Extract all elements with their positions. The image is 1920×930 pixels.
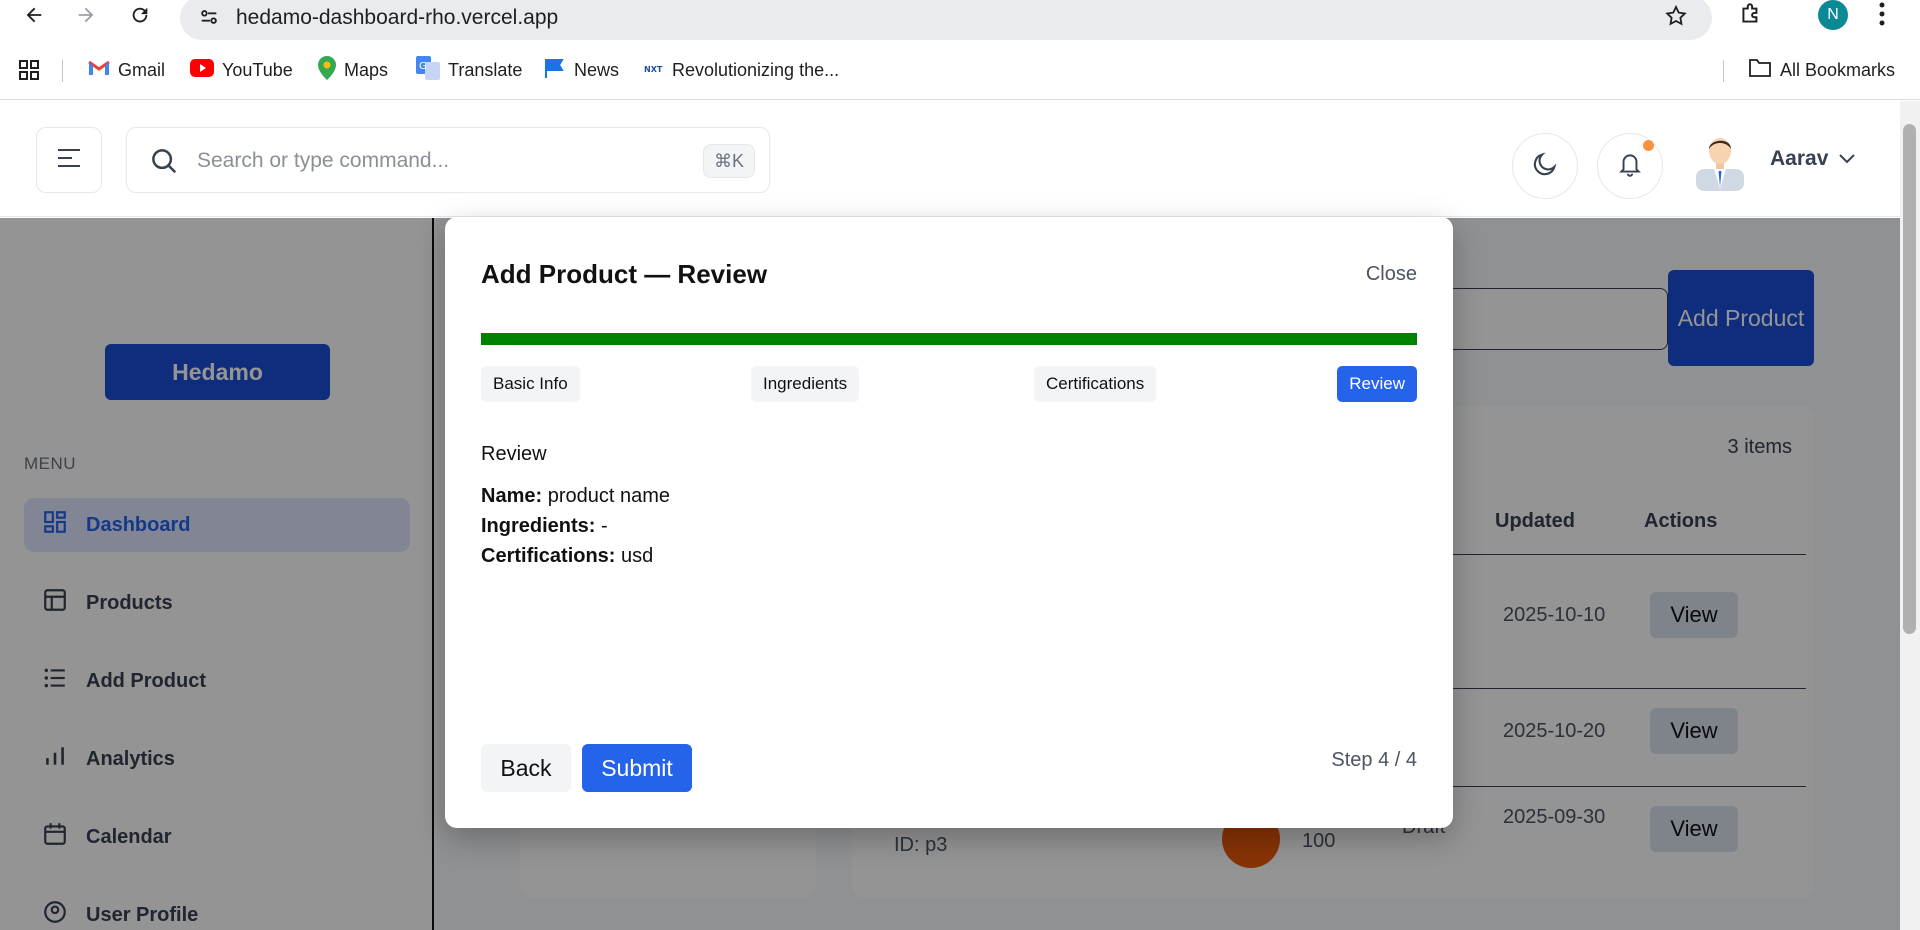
site-favicon-icon: NXT	[644, 60, 664, 81]
avatar[interactable]	[1690, 129, 1750, 191]
search-icon	[149, 146, 179, 181]
youtube-icon	[190, 58, 214, 82]
browser-profile-avatar[interactable]: N	[1818, 0, 1848, 30]
back-button[interactable]: Back	[481, 744, 571, 792]
news-flag-icon	[544, 57, 566, 84]
modal-title: Add Product — Review	[481, 259, 768, 289]
bell-icon	[1617, 150, 1643, 183]
url-text: hedamo-dashboard-rho.vercel.app	[236, 6, 559, 29]
field-key: Name:	[481, 485, 543, 507]
review-field-name: Name: product name	[481, 485, 670, 508]
bookmarks-divider	[62, 60, 63, 82]
field-value: -	[601, 515, 608, 537]
user-name[interactable]: Aarav	[1770, 147, 1828, 171]
field-value: usd	[621, 545, 654, 567]
shortcut-badge: ⌘K	[702, 144, 755, 178]
svg-text:G: G	[419, 61, 427, 72]
scrollbar-thumb[interactable]	[1903, 124, 1916, 634]
step-certifications[interactable]: Certifications	[1034, 366, 1157, 402]
address-bar[interactable]: hedamo-dashboard-rho.vercel.app	[180, 0, 1712, 40]
field-key: Certifications:	[481, 545, 616, 567]
review-section-title: Review	[481, 443, 547, 465]
bookmark-revolutionizing[interactable]: NXT Revolutionizing the...	[644, 52, 839, 88]
bookmark-news[interactable]: News	[544, 52, 619, 88]
close-button[interactable]: Close	[1366, 263, 1417, 286]
translate-icon: G	[416, 55, 440, 85]
step-ingredients[interactable]: Ingredients	[751, 366, 860, 402]
bookmark-translate[interactable]: G Translate	[416, 52, 522, 88]
notification-dot	[1643, 140, 1654, 151]
extensions-icon[interactable]	[1738, 0, 1764, 33]
command-search[interactable]: ⌘K	[126, 127, 770, 193]
field-value: product name	[547, 485, 670, 507]
bookmarks-bar: Gmail YouTube Maps G Translate News NXT …	[0, 52, 1920, 88]
browser-chrome: hedamo-dashboard-rho.vercel.app N Gmail …	[0, 0, 1920, 100]
search-input[interactable]	[197, 142, 657, 180]
chevron-down-icon[interactable]	[1838, 151, 1856, 170]
step-indicator: Step 4 / 4	[1331, 749, 1417, 771]
svg-text:NXT: NXT	[644, 65, 663, 74]
notifications-button[interactable]	[1597, 133, 1663, 199]
bookmark-youtube[interactable]: YouTube	[190, 52, 293, 88]
folder-icon	[1748, 58, 1772, 83]
field-key: Ingredients:	[481, 515, 596, 537]
submit-button[interactable]: Submit	[582, 744, 692, 792]
bookmarks-divider	[1723, 60, 1724, 82]
review-field-ingredients: Ingredients: -	[481, 515, 608, 538]
apps-grid-icon[interactable]	[18, 52, 40, 88]
step-review[interactable]: Review	[1337, 366, 1417, 402]
moon-icon	[1531, 150, 1559, 183]
progress-fill	[481, 333, 1417, 345]
maps-pin-icon	[318, 55, 336, 85]
sidebar-toggle-button[interactable]	[36, 127, 102, 193]
bookmark-gmail[interactable]: Gmail	[88, 52, 165, 88]
review-field-certifications: Certifications: usd	[481, 545, 653, 568]
add-product-modal: Add Product — Review Close Basic Info In…	[445, 217, 1453, 828]
all-bookmarks-folder[interactable]: All Bookmarks	[1748, 52, 1895, 88]
bookmark-star-icon[interactable]	[1664, 4, 1688, 33]
forward-arrow-icon[interactable]	[68, 0, 104, 30]
gmail-icon	[88, 60, 110, 81]
back-arrow-icon[interactable]	[16, 0, 52, 30]
hamburger-icon	[56, 147, 82, 174]
progress-bar	[481, 333, 1417, 345]
app-header: ⌘K Aarav	[0, 101, 1900, 217]
step-basic-info[interactable]: Basic Info	[481, 366, 580, 402]
site-settings-icon[interactable]	[198, 6, 220, 33]
reload-icon[interactable]	[122, 0, 158, 30]
theme-toggle-button[interactable]	[1512, 133, 1578, 199]
bookmark-maps[interactable]: Maps	[318, 52, 388, 88]
browser-menu-icon[interactable]	[1876, 0, 1888, 33]
